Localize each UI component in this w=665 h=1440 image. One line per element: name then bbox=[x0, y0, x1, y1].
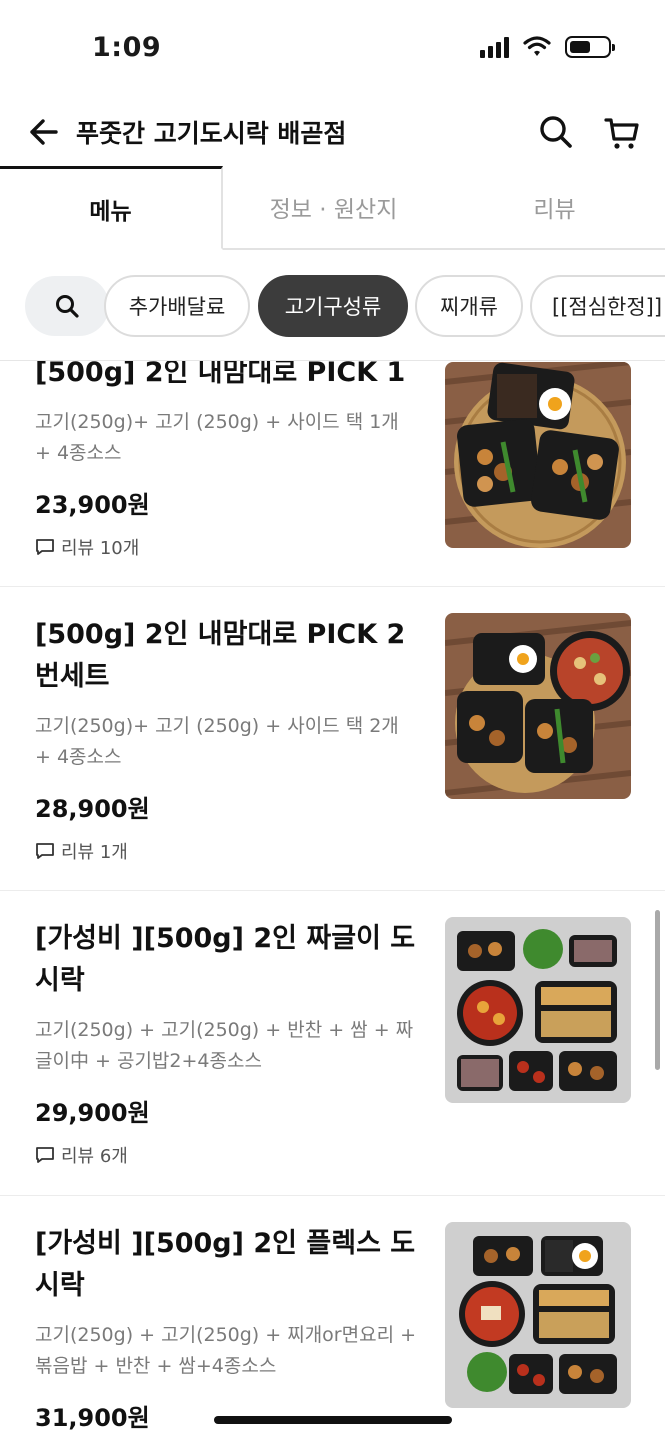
chip-lunch-limited[interactable]: [[점심한정]] bbox=[530, 275, 665, 337]
menu-item-price: 29,900원 bbox=[35, 1099, 150, 1127]
menu-item-photo[interactable] bbox=[445, 613, 631, 799]
comment-icon bbox=[36, 1147, 54, 1163]
chip-meat-sets[interactable]: 고기구성류 bbox=[258, 275, 408, 337]
menu-item-price: 28,900원 bbox=[35, 795, 150, 823]
review-count: 리뷰 10개 bbox=[61, 538, 140, 559]
app-header: 푸줏간 고기도시락 배곧점 bbox=[0, 100, 665, 166]
menu-item[interactable]: [500g] 2인 내맘대로 PICK 2번세트 고기(250g)+ 고기 (2… bbox=[0, 587, 665, 891]
status-icons bbox=[480, 36, 615, 58]
cart-icon[interactable] bbox=[602, 112, 642, 152]
menu-list: [500g] 2인 내맘대로 PICK 1 고기(250g)+ 고기 (250g… bbox=[0, 361, 665, 1440]
chip-extra-delivery-fee[interactable]: 추가배달료 bbox=[104, 275, 250, 337]
menu-item-price: 31,900원 bbox=[35, 1404, 150, 1432]
menu-item-name: [500g] 2인 내맘대로 PICK 2번세트 bbox=[35, 619, 406, 692]
cellular-signal-icon bbox=[480, 36, 509, 58]
menu-item-description: 고기(250g)+ 고기 (250g) + 사이드 택 1개 + 4종소스 bbox=[35, 411, 399, 464]
menu-item-description: 고기(250g) + 고기(250g) + 반찬 + 쌈 + 짜글이中 + 공기… bbox=[35, 1019, 414, 1072]
menu-item-name: [500g] 2인 내맘대로 PICK 1 bbox=[35, 361, 406, 388]
store-title: 푸줏간 고기도시락 배곧점 bbox=[76, 119, 347, 148]
menu-item[interactable]: [가성비 ][500g] 2인 플렉스 도시락 고기(250g) + 고기(25… bbox=[0, 1196, 665, 1440]
review-count: 리뷰 6개 bbox=[61, 1146, 128, 1167]
chip-search-button[interactable] bbox=[25, 276, 109, 336]
menu-item-photo[interactable] bbox=[445, 362, 631, 548]
wifi-icon bbox=[523, 36, 551, 56]
home-indicator[interactable] bbox=[214, 1416, 452, 1424]
tab-review[interactable]: 리뷰 bbox=[444, 166, 665, 250]
menu-item-name: [가성비 ][500g] 2인 플렉스 도시락 bbox=[35, 1228, 416, 1301]
tab-menu[interactable]: 메뉴 bbox=[0, 166, 223, 250]
comment-icon bbox=[36, 539, 54, 555]
menu-item-review: 리뷰 6개 bbox=[35, 1142, 128, 1168]
menu-item[interactable]: [가성비 ][500g] 2인 짜글이 도시락 고기(250g) + 고기(25… bbox=[0, 891, 665, 1196]
status-time: 1:09 bbox=[92, 32, 162, 63]
menu-item-name: [가성비 ][500g] 2인 짜글이 도시락 bbox=[35, 923, 416, 996]
store-tabs: 메뉴 정보 · 원산지 리뷰 bbox=[0, 166, 665, 250]
search-icon[interactable] bbox=[536, 112, 576, 152]
menu-item-photo[interactable] bbox=[445, 1222, 631, 1408]
chip-stew[interactable]: 찌개류 bbox=[415, 275, 523, 337]
review-count: 리뷰 1개 bbox=[61, 842, 128, 863]
menu-item-review: 리뷰 1개 bbox=[35, 838, 128, 864]
scrollbar[interactable] bbox=[655, 910, 660, 1070]
category-chips: 추가배달료 고기구성류 찌개류 [[점심한정]] bbox=[0, 262, 665, 350]
comment-icon bbox=[36, 843, 54, 859]
search-icon bbox=[56, 295, 79, 318]
menu-item-review: 리뷰 10개 bbox=[35, 534, 139, 560]
status-bar: 1:09 bbox=[0, 0, 665, 100]
menu-item-price: 23,900원 bbox=[35, 491, 150, 519]
menu-item-description: 고기(250g)+ 고기 (250g) + 사이드 택 2개 + 4종소스 bbox=[35, 715, 399, 768]
menu-item-photo[interactable] bbox=[445, 917, 631, 1103]
menu-item-description: 고기(250g) + 고기(250g) + 찌개or면요리 + 볶음밥 + 반찬… bbox=[35, 1324, 417, 1377]
battery-icon bbox=[565, 36, 615, 58]
arrow-left-icon[interactable] bbox=[26, 114, 62, 150]
tab-info-origin[interactable]: 정보 · 원산지 bbox=[223, 166, 444, 250]
menu-item[interactable]: [500g] 2인 내맘대로 PICK 1 고기(250g)+ 고기 (250g… bbox=[0, 361, 665, 587]
